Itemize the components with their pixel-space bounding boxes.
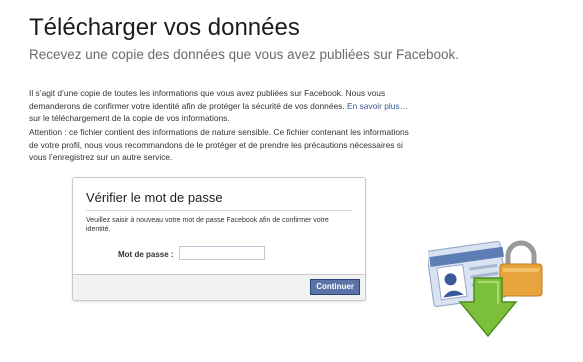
learn-more-link[interactable]: En savoir plus…: [347, 101, 408, 111]
intro-text-start: Il s’agit d’une copie de toutes les info…: [29, 88, 386, 111]
continue-button[interactable]: Continuer: [310, 279, 360, 295]
dialog-title: Vérifier le mot de passe: [86, 190, 223, 205]
warning-paragraph: Attention : ce fichier contient des info…: [29, 127, 409, 163]
password-label: Mot de passe :: [118, 250, 174, 259]
intro-paragraph: Il s’agit d’une copie de toutes les info…: [29, 87, 409, 125]
page-subtitle: Recevez une copie des données que vous a…: [29, 47, 460, 62]
dialog-footer: Continuer: [73, 274, 365, 300]
padlock-icon: [499, 240, 543, 297]
dialog-divider: [86, 210, 352, 211]
password-input[interactable]: [179, 246, 265, 260]
dialog-instructions: Veuillez saisir à nouveau votre mot de p…: [86, 217, 329, 233]
page-title: Télécharger vos données: [29, 14, 300, 41]
verify-password-dialog: Vérifier le mot de passe Veuillez saisir…: [72, 177, 366, 301]
download-data-illustration: [428, 240, 543, 338]
intro-text-end: sur le téléchargement de la copie de vos…: [29, 113, 230, 124]
